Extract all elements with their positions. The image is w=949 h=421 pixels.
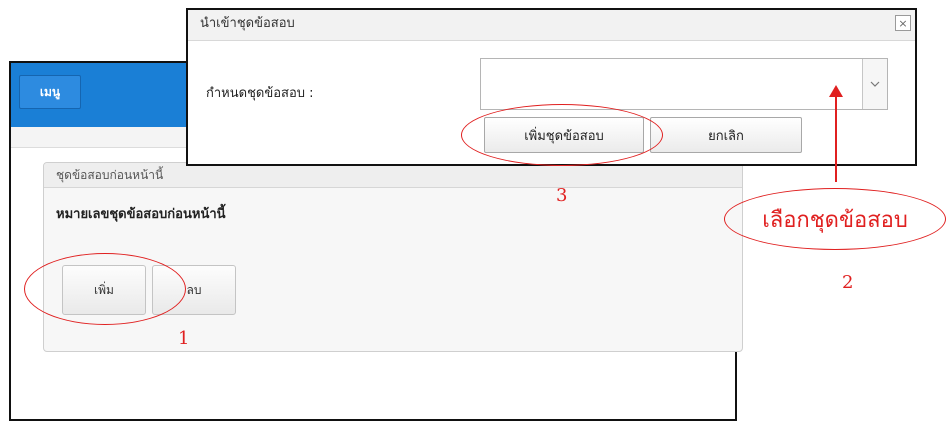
annotation-step-3: 3: [556, 185, 568, 206]
cancel-button[interactable]: ยกเลิก: [650, 117, 802, 153]
dialog-title: นำเข้าชุดข้อสอบ: [188, 10, 915, 41]
annotation-circle-1: [24, 253, 186, 325]
annotation-arrow-line: [835, 96, 837, 182]
close-icon[interactable]: ×: [895, 15, 911, 31]
previous-exam-sets-panel: ชุดข้อสอบก่อนหน้านี้ หมายเลขชุดข้อสอบก่อ…: [43, 162, 743, 352]
exam-set-field-label: กำหนดชุดข้อสอบ :: [206, 86, 314, 101]
panel-label: หมายเลขชุดข้อสอบก่อนหน้านี้: [56, 207, 226, 222]
menu-button[interactable]: เมนู: [19, 75, 81, 109]
annotation-callout-select-exam-set: เลือกชุดข้อสอบ: [762, 207, 908, 233]
chevron-down-icon[interactable]: [862, 59, 887, 109]
panel-title: ชุดข้อสอบก่อนหน้านี้: [44, 163, 742, 188]
exam-set-select[interactable]: [480, 58, 888, 110]
annotation-step-1: 1: [178, 328, 190, 349]
annotation-circle-3: [461, 104, 663, 166]
annotation-step-2: 2: [842, 272, 854, 293]
